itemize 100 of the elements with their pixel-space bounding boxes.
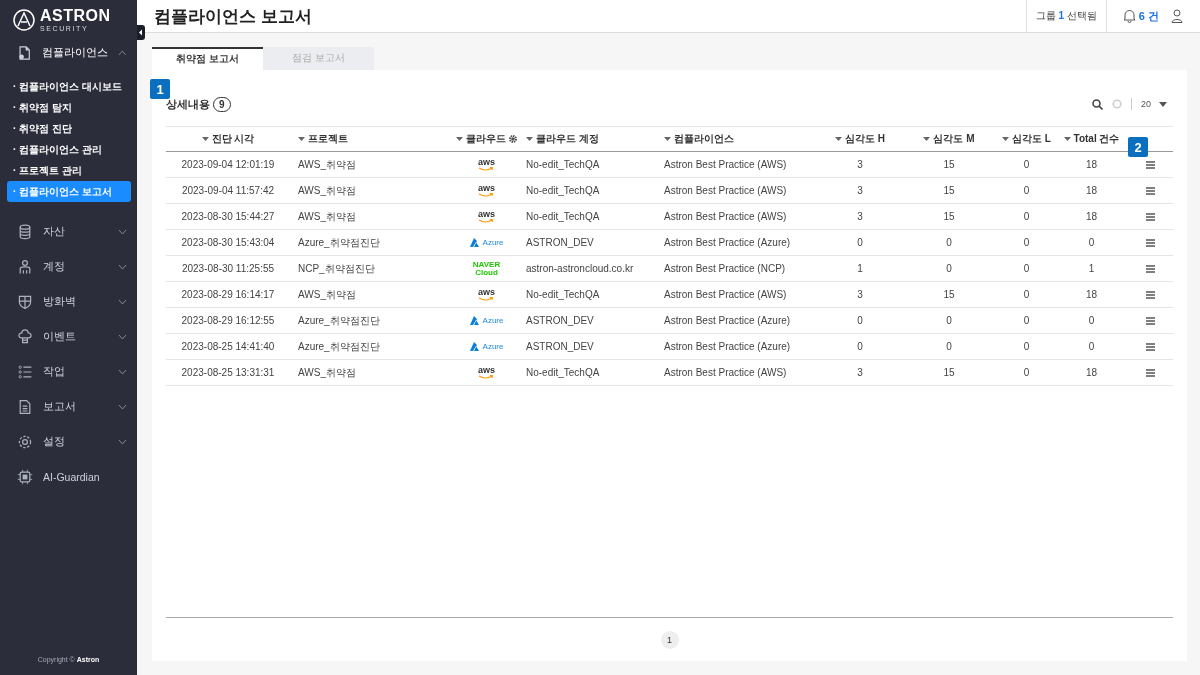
sort-icon <box>298 137 305 141</box>
logo-icon <box>13 9 35 31</box>
table-cell: 0 <box>1023 185 1030 196</box>
table-cell: 0 <box>1088 237 1095 248</box>
sort-icon <box>923 137 931 141</box>
bell-icon[interactable] <box>1122 9 1136 23</box>
sidebar-item[interactable]: 작업 <box>0 354 137 389</box>
sidebar-item[interactable]: 계정 <box>0 249 137 284</box>
menu-icon[interactable] <box>1146 186 1155 195</box>
table-cell: 0 <box>1023 237 1030 248</box>
table-cell-text: AWS_취약점 <box>297 157 357 172</box>
column-header[interactable]: 클라우드 계정 <box>518 132 656 146</box>
sidebar-item[interactable]: 설정 <box>0 424 137 459</box>
table-cell-text: Astron Best Practice (AWS) <box>663 289 788 300</box>
page-size-select[interactable]: 20 <box>1141 99 1167 109</box>
marker-badge: 2 <box>1128 137 1148 157</box>
table-cell: 1 <box>1088 263 1095 274</box>
gear-icon <box>17 433 33 450</box>
table-cell: 0 <box>857 341 863 352</box>
menu-icon[interactable] <box>1146 212 1155 221</box>
table-cell: 0 <box>857 237 863 248</box>
cloud-logo: Azure <box>469 342 504 351</box>
brand-name: ASTRON <box>40 8 111 24</box>
column-header[interactable]: Total 건수 <box>1063 132 1120 146</box>
collapse-toggle[interactable] <box>137 25 145 40</box>
submenu-item[interactable]: · 컴플라이언스 관리 <box>7 139 131 160</box>
table-cell-text: No-edit_TechQA <box>525 289 601 300</box>
gear-icon[interactable] <box>509 135 517 143</box>
tab[interactable]: 취약점 보고서 <box>152 47 263 70</box>
column-header[interactable]: 심각도 H <box>835 132 885 146</box>
table-cell-text: Azure_취약점진단 <box>297 339 381 354</box>
column-header[interactable]: 프로젝트 <box>290 132 455 146</box>
menu-icon[interactable] <box>1146 342 1155 351</box>
table-cell-text: No-edit_TechQA <box>525 211 601 222</box>
table-cell: 3 <box>857 159 863 170</box>
table-cell: 2023-08-25 14:41:40 <box>181 341 275 352</box>
sort-icon <box>526 137 533 141</box>
table-cell: 2023-08-29 16:14:17 <box>181 289 275 300</box>
table-cell: 18 <box>1085 367 1098 378</box>
table-cell-text: Astron Best Practice (Azure) <box>663 341 792 352</box>
table-cell: 0 <box>1023 341 1030 352</box>
menu-icon[interactable] <box>1146 238 1155 247</box>
chip-icon <box>17 468 33 485</box>
cloud-logo: aws <box>478 366 495 379</box>
cloud-logo: aws <box>478 158 495 171</box>
cloud-logo: aws <box>478 288 495 301</box>
sidebar-item[interactable]: 컴플라이언스 <box>0 35 137 70</box>
table-cell-text: Astron Best Practice (AWS) <box>663 367 788 378</box>
document-icon <box>17 44 33 61</box>
cloud-logo: Azure <box>469 316 504 325</box>
document-icon <box>17 398 33 415</box>
caret-icon <box>1159 101 1167 107</box>
user-icon[interactable] <box>1171 9 1183 23</box>
table-cell: 0 <box>946 315 952 326</box>
notification-count[interactable]: 6 건 <box>1138 8 1159 24</box>
shield-icon <box>17 293 33 310</box>
submenu-item[interactable]: · 프로젝트 관리 <box>7 160 131 181</box>
page-button[interactable]: 1 <box>660 630 679 649</box>
table-cell-text: AWS_취약점 <box>297 209 357 224</box>
column-header[interactable]: 심각도 M <box>923 132 975 146</box>
table-cell-text: Astron Best Practice (AWS) <box>663 211 788 222</box>
table-cell: 0 <box>1088 315 1095 326</box>
cloud-icon <box>17 328 33 345</box>
sidebar-item[interactable]: 자산 <box>0 214 137 249</box>
sort-icon <box>835 137 842 141</box>
column-header[interactable]: 클라우드 <box>456 132 517 146</box>
sidebar-item[interactable]: AI-Guardian <box>0 459 137 494</box>
column-header[interactable]: 컴플라이언스 <box>656 132 820 146</box>
menu-icon[interactable] <box>1146 316 1155 325</box>
table-cell: 0 <box>1023 211 1030 222</box>
menu-icon[interactable] <box>1146 290 1155 299</box>
sort-icon <box>456 137 463 141</box>
table-cell-text: AWS_취약점 <box>297 287 357 302</box>
submenu-item[interactable]: · 취약점 탐지 <box>7 97 131 118</box>
menu-icon[interactable] <box>1146 368 1155 377</box>
table-cell: 2023-08-30 11:25:55 <box>181 263 275 274</box>
menu-icon[interactable] <box>1146 160 1155 169</box>
cloud-logo: aws <box>478 210 495 223</box>
table-cell-text: Azure_취약점진단 <box>297 235 381 250</box>
menu-icon[interactable] <box>1146 264 1155 273</box>
submenu-item[interactable]: · 컴플라이언스 대시보드 <box>7 76 131 97</box>
column-header[interactable]: 진단 시각 <box>201 132 255 146</box>
sort-icon <box>1002 137 1010 141</box>
table-cell-text: ASTRON_DEV <box>525 341 595 352</box>
sidebar-item[interactable]: 방화벽 <box>0 284 137 319</box>
sort-icon <box>1063 137 1071 141</box>
table-cell-text: astron-astroncloud.co.kr <box>525 263 635 274</box>
submenu-item[interactable]: · 취약점 진단 <box>7 118 131 139</box>
table-cell: 18 <box>1085 159 1098 170</box>
table-cell: 2023-08-30 15:43:04 <box>181 237 275 248</box>
sidebar-item[interactable]: 보고서 <box>0 389 137 424</box>
search-icon[interactable] <box>1092 98 1103 110</box>
column-header[interactable]: 심각도 L <box>1002 132 1051 146</box>
table-cell-text: No-edit_TechQA <box>525 185 601 196</box>
sidebar-item[interactable]: 이벤트 <box>0 319 137 354</box>
table-cell: 2023-09-04 11:57:42 <box>181 185 275 196</box>
table-cell: 3 <box>857 289 863 300</box>
table-cell: 2023-08-25 13:31:31 <box>181 367 275 378</box>
table-cell: 15 <box>943 367 955 378</box>
table-cell: 0 <box>857 315 863 326</box>
